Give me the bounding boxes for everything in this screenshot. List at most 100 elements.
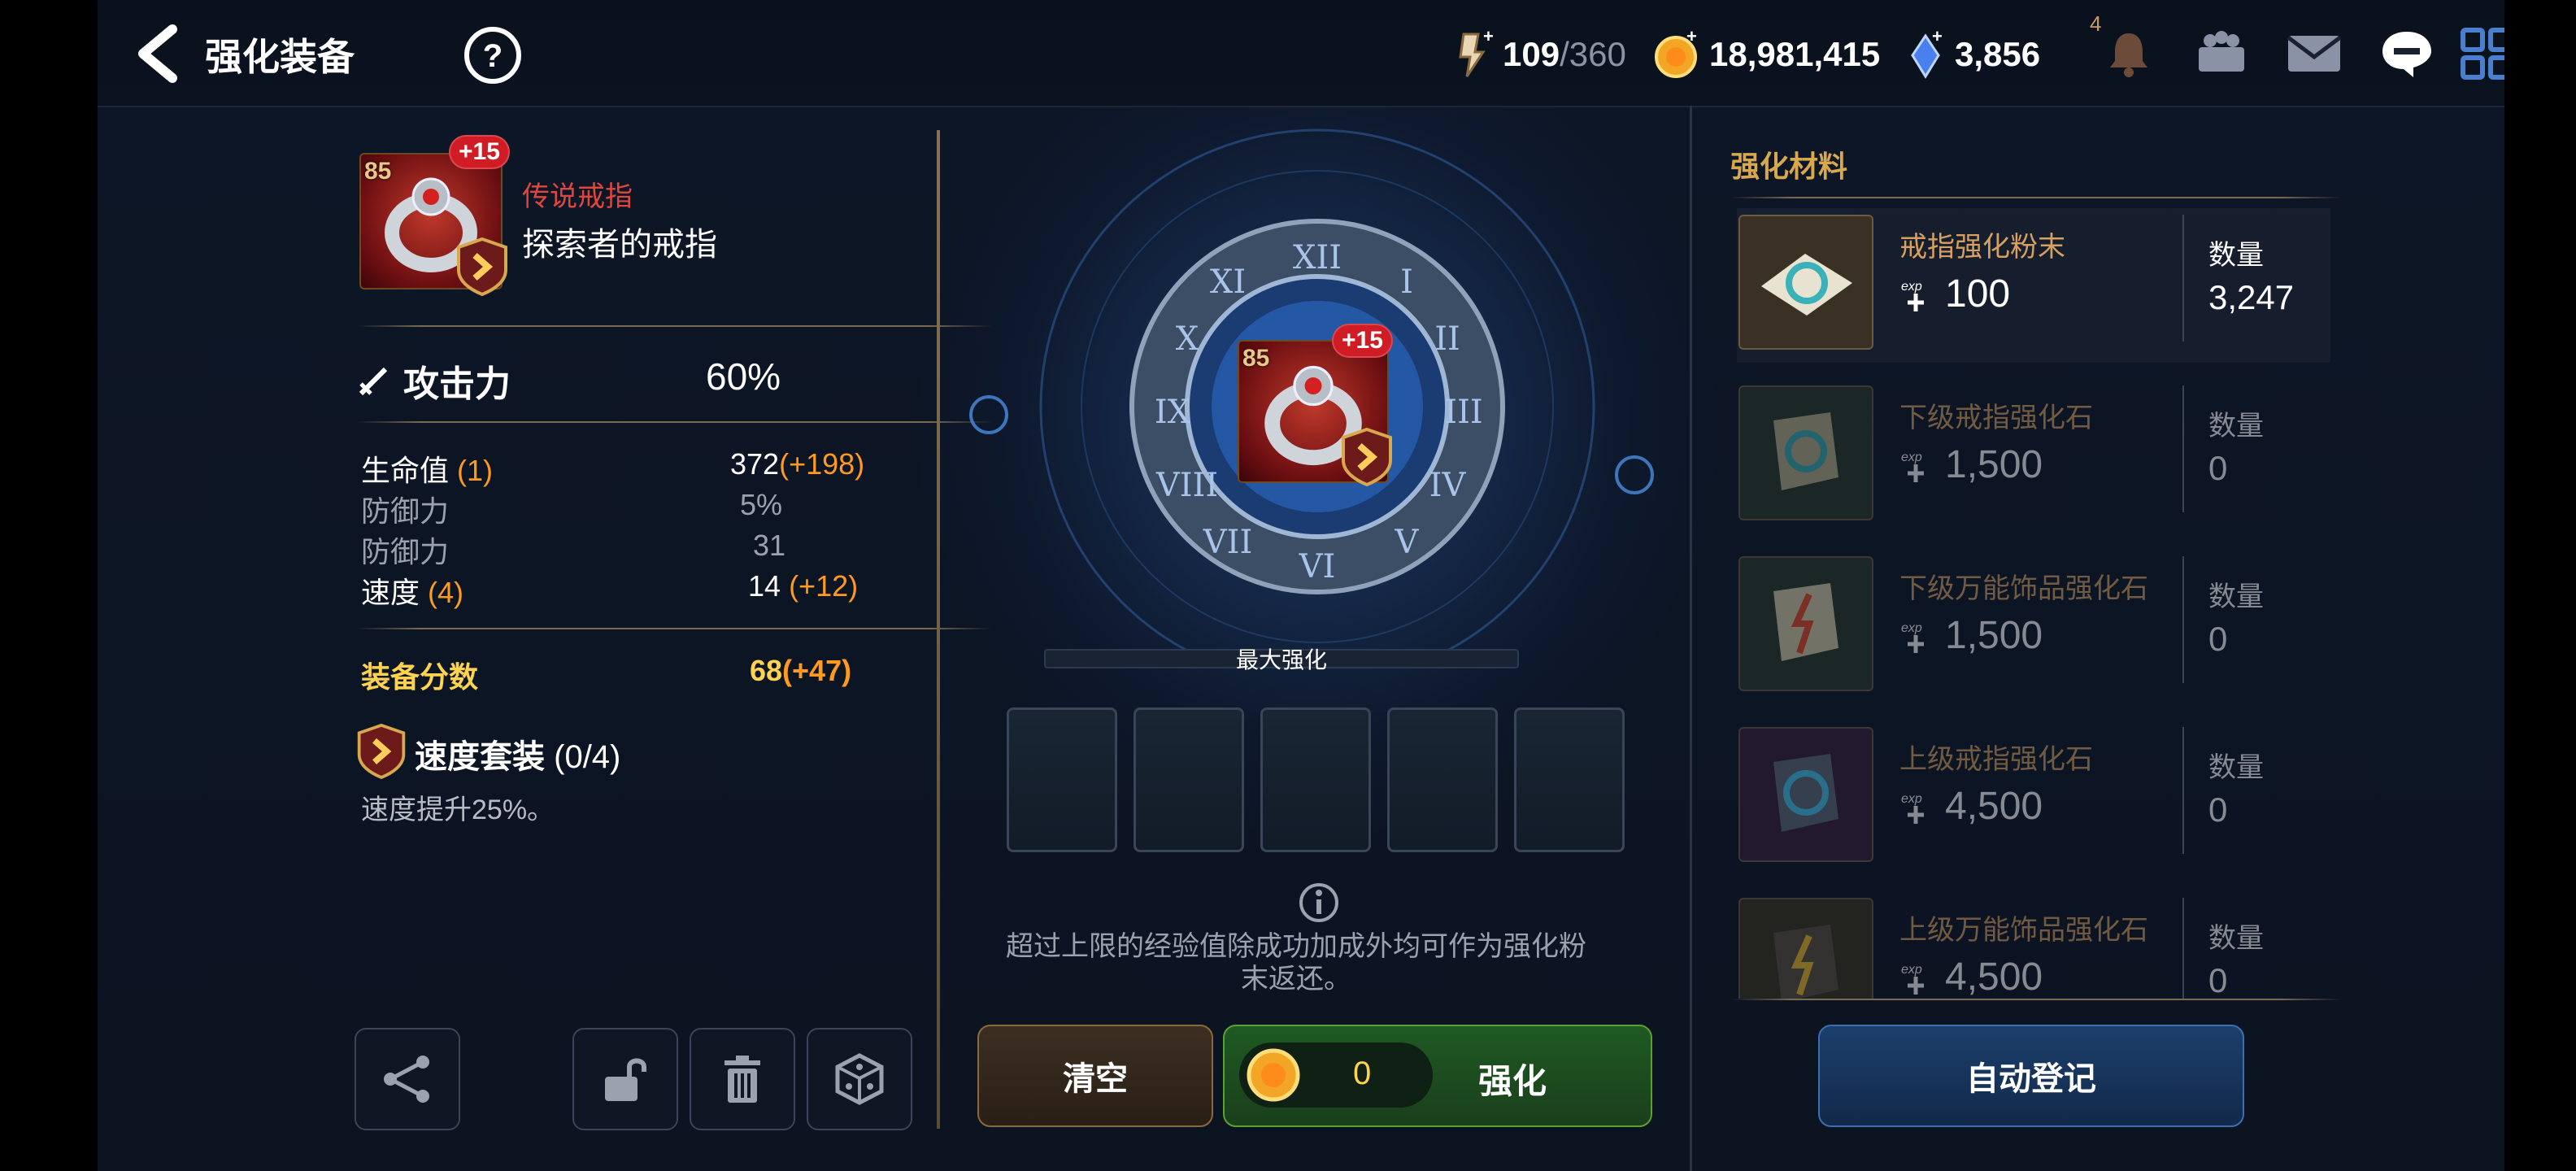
lock-button[interactable] bbox=[572, 1028, 678, 1130]
exp-icon: exp bbox=[1901, 792, 1924, 824]
help-icon[interactable]: ? bbox=[462, 24, 524, 86]
gear-score-label: 装备分数 bbox=[361, 660, 479, 694]
trash-icon bbox=[724, 1056, 760, 1103]
sub-stat-value: 372(+198) bbox=[730, 447, 865, 481]
item-rarity: 传说戒指 bbox=[522, 181, 633, 212]
svg-text:exp: exp bbox=[1901, 451, 1922, 464]
unlock-icon bbox=[605, 1058, 646, 1101]
clear-button[interactable]: 清空 bbox=[977, 1025, 1213, 1127]
set-description: 速度提升25%。 bbox=[361, 794, 555, 825]
reforge-button[interactable] bbox=[807, 1028, 912, 1130]
material-slot[interactable] bbox=[1007, 707, 1117, 852]
svg-text:V: V bbox=[1395, 524, 1420, 561]
svg-text:IV: IV bbox=[1429, 467, 1467, 504]
material-item[interactable]: 下级戒指强化石 exp 1,500 数量 0 bbox=[1737, 379, 2330, 533]
divider bbox=[356, 628, 992, 629]
quantity-value: 0 bbox=[2208, 449, 2228, 487]
share-button[interactable] bbox=[355, 1028, 460, 1130]
svg-text:+: + bbox=[1483, 28, 1494, 46]
divider bbox=[356, 325, 992, 327]
quantity-value: 0 bbox=[2208, 961, 2228, 999]
gold-coin-icon bbox=[1247, 1048, 1300, 1102]
chat-icon[interactable] bbox=[2373, 20, 2441, 88]
notification-count: 4 bbox=[2090, 11, 2102, 36]
max-enhance-label: 最大强化 bbox=[1235, 647, 1327, 673]
svg-text:II: II bbox=[1434, 320, 1460, 358]
delete-button[interactable] bbox=[690, 1028, 795, 1130]
svg-text:exp: exp bbox=[1901, 963, 1922, 977]
item-plus-badge: +15 bbox=[449, 135, 510, 169]
back-arrow-icon[interactable] bbox=[130, 23, 187, 85]
material-slot[interactable] bbox=[1134, 707, 1244, 852]
material-item[interactable]: 上级戒指强化石 exp 4,500 数量 0 bbox=[1737, 720, 2330, 875]
svg-text:VI: VI bbox=[1299, 548, 1336, 586]
accessory-stone-icon bbox=[1738, 556, 1873, 691]
materials-title: 强化材料 bbox=[1730, 150, 1848, 183]
material-list-clip: 上级万能饰品强化石 exp 4,500 数量 0 bbox=[1737, 891, 2330, 999]
separator bbox=[2182, 385, 2184, 512]
gear-score-value: 68(+47) bbox=[750, 654, 852, 687]
svg-text:exp: exp bbox=[1901, 792, 1922, 806]
exp-icon: exp bbox=[1901, 621, 1924, 653]
material-slot[interactable] bbox=[1514, 707, 1625, 852]
item-level: 85 bbox=[364, 158, 392, 185]
material-exp: exp 100 bbox=[1901, 272, 2011, 316]
speed-set-icon bbox=[457, 237, 507, 296]
speed-set-icon bbox=[1342, 427, 1392, 486]
material-exp: exp 4,500 bbox=[1901, 785, 2043, 828]
panel-divider bbox=[1690, 106, 1692, 1171]
stamina-icon: + bbox=[1459, 28, 1494, 77]
svg-text:XII: XII bbox=[1293, 239, 1342, 276]
main-stat-value: 60% bbox=[706, 355, 781, 398]
enhance-note: 超过上限的经验值除成功加成外均可作为强化粉末返还。 bbox=[1006, 931, 1586, 995]
material-item[interactable]: 下级万能饰品强化石 exp 1,500 数量 0 bbox=[1737, 550, 2330, 704]
quantity-value: 0 bbox=[2208, 620, 2228, 658]
top-bar: 强化装备 ? + 109/360 + 18,981,415 + 3,856 4 bbox=[98, 0, 2504, 107]
material-slot[interactable] bbox=[1387, 707, 1498, 852]
party-icon[interactable] bbox=[2187, 20, 2256, 88]
separator bbox=[2182, 556, 2184, 683]
material-name: 下级万能饰品强化石 bbox=[1899, 573, 2148, 604]
stamina-counter[interactable]: + 109/360 bbox=[1447, 26, 1626, 83]
quantity-label: 数量 bbox=[2208, 240, 2264, 271]
exp-icon: exp bbox=[1901, 280, 1924, 311]
material-item[interactable]: 戒指强化粉末 exp 100 数量 3,247 bbox=[1737, 208, 2330, 363]
svg-text:exp: exp bbox=[1901, 280, 1922, 294]
mail-icon[interactable] bbox=[2280, 20, 2348, 88]
enhance-screen: 强化装备 ? + 109/360 + 18,981,415 + 3,856 4 bbox=[98, 0, 2504, 1171]
divider bbox=[1730, 999, 2342, 1000]
sub-stat-value: 14 (+12) bbox=[748, 569, 859, 603]
svg-text:exp: exp bbox=[1901, 621, 1922, 635]
item-name: 探索者的戒指 bbox=[522, 227, 717, 263]
gold-coin-icon: + bbox=[1655, 29, 1697, 78]
crystal-counter[interactable]: + 3,856 bbox=[1906, 26, 2040, 83]
material-slot[interactable] bbox=[1260, 707, 1371, 852]
crystal-value: 3,856 bbox=[1955, 35, 2041, 73]
material-exp: exp 1,500 bbox=[1901, 443, 2043, 486]
quantity-label: 数量 bbox=[2208, 923, 2264, 954]
enhance-label: 强化 bbox=[1478, 1062, 1547, 1100]
stamina-max: /360 bbox=[1560, 35, 1626, 73]
material-item[interactable]: 上级万能饰品强化石 exp 4,500 数量 0 bbox=[1737, 891, 2330, 999]
sub-stat-value: 31 bbox=[753, 529, 786, 562]
material-name: 上级戒指强化石 bbox=[1899, 744, 2093, 775]
notification-bell-icon[interactable] bbox=[2095, 20, 2163, 88]
info-icon[interactable] bbox=[1298, 882, 1340, 924]
exp-icon: exp bbox=[1901, 451, 1924, 482]
separator bbox=[2182, 727, 2184, 854]
main-stat-label: 攻击力 bbox=[403, 364, 511, 404]
svg-text:XI: XI bbox=[1210, 263, 1246, 301]
svg-text:IX: IX bbox=[1155, 394, 1191, 431]
enhance-button[interactable]: 0 强化 bbox=[1223, 1025, 1652, 1127]
svg-text:X: X bbox=[1176, 320, 1199, 358]
menu-grid-icon[interactable] bbox=[2452, 20, 2504, 88]
panel-divider bbox=[937, 130, 940, 1129]
svg-text:+: + bbox=[1686, 29, 1697, 46]
gold-counter[interactable]: + 18,981,415 bbox=[1651, 26, 1880, 83]
speed-set-icon bbox=[357, 723, 406, 779]
separator bbox=[2182, 215, 2184, 342]
divider bbox=[1730, 197, 2342, 198]
auto-register-button[interactable]: 自动登记 bbox=[1818, 1025, 2244, 1127]
item-plus-badge: +15 bbox=[1332, 324, 1393, 358]
sub-stat-value: 5% bbox=[740, 488, 783, 521]
